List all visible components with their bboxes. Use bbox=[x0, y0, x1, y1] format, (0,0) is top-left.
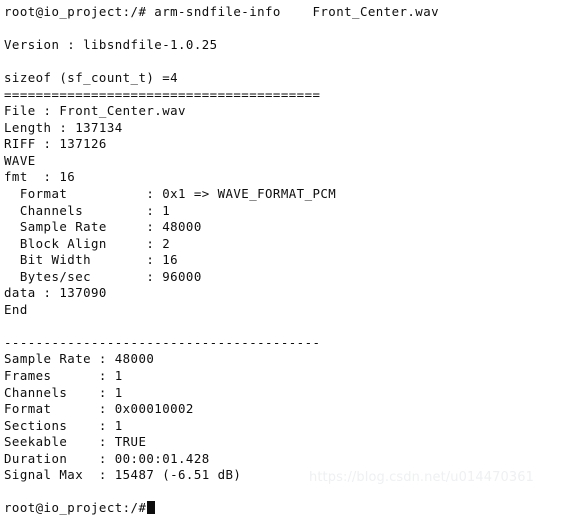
summary-format-line: Format : 0x00010002 bbox=[4, 401, 194, 417]
channels-line: Channels : 1 bbox=[4, 202, 171, 218]
end-line: End bbox=[4, 301, 28, 317]
summary-sample-rate-line: Sample Rate : 48000 bbox=[4, 351, 155, 367]
summary-channels-line: Channels : 1 bbox=[4, 384, 123, 400]
summary-duration-line: Duration : 00:00:01.428 bbox=[4, 450, 210, 466]
riff-line: RIFF : 137126 bbox=[4, 136, 107, 152]
command-prompt-line: root@io_project:/# arm-sndfile-info Fron… bbox=[4, 4, 572, 21]
sample-rate-line: Sample Rate : 48000 bbox=[4, 219, 202, 235]
data-line: data : 137090 bbox=[4, 285, 107, 301]
wave-line: WAVE bbox=[4, 152, 36, 168]
dash-separator: ---------------------------------------- bbox=[4, 334, 321, 350]
bit-width-line: Bit Width : 16 bbox=[4, 252, 179, 268]
active-prompt-line[interactable]: root@io_project:/# bbox=[4, 500, 572, 517]
command-line-text: root@io_project:/# arm-sndfile-info Fron… bbox=[4, 4, 440, 19]
bytes-per-sec-line: Bytes/sec : 96000 bbox=[4, 268, 202, 284]
version-line: Version : libsndfile-1.0.25 bbox=[4, 37, 218, 53]
block-align-line: Block Align : 2 bbox=[4, 235, 171, 251]
summary-frames-line: Frames : 1 bbox=[4, 368, 123, 384]
block-cursor-icon bbox=[147, 501, 156, 515]
summary-seekable-line: Seekable : TRUE bbox=[4, 434, 147, 450]
prompt-text: root@io_project:/# bbox=[4, 500, 147, 516]
summary-sections-line: Sections : 1 bbox=[4, 417, 123, 433]
fmt-line: fmt : 16 bbox=[4, 169, 76, 185]
terminal-window[interactable]: root@io_project:/# arm-sndfile-info Fron… bbox=[0, 0, 572, 515]
watermark-text: https://blog.csdn.net/u014470361 bbox=[309, 470, 534, 485]
equals-separator: ======================================== bbox=[4, 86, 321, 102]
file-line: File : Front_Center.wav bbox=[4, 103, 186, 119]
sizeof-line: sizeof (sf_count_t) =4 bbox=[4, 70, 179, 86]
length-line: Length : 137134 bbox=[4, 119, 123, 135]
format-line: Format : 0x1 => WAVE_FORMAT_PCM bbox=[4, 186, 337, 202]
